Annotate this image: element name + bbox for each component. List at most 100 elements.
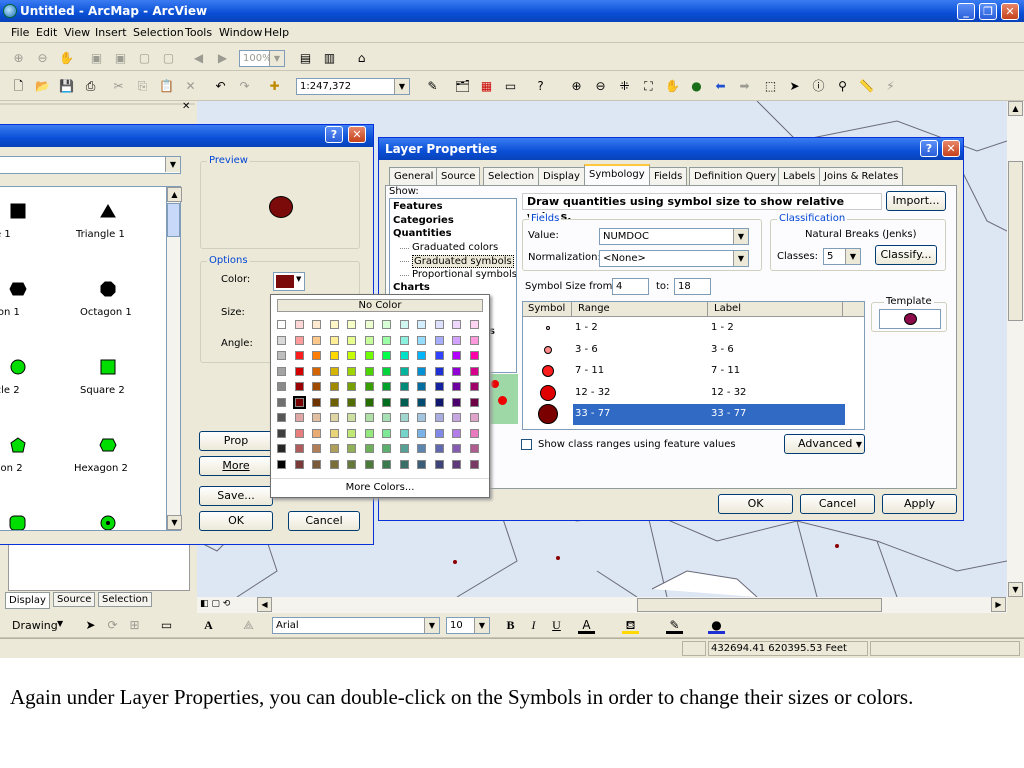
color-cell[interactable] [312,335,321,345]
value-field-dropdown[interactable]: NUMDOC ▼ [599,228,749,245]
horizontal-scroll-thumb[interactable] [637,598,882,612]
color-cell[interactable] [452,320,461,329]
color-cell[interactable] [399,444,409,453]
class-symbol-icon[interactable] [540,384,556,401]
scroll-up-icon[interactable]: ▲ [1008,101,1023,116]
color-cell[interactable] [347,444,356,453]
color-cell[interactable] [469,397,479,407]
color-cell[interactable] [329,413,339,422]
fixed-zoom-in-map-icon[interactable]: ⁜ [616,78,633,95]
class-symbol-icon[interactable] [542,365,554,377]
color-cell[interactable] [312,366,321,376]
save-disk-icon[interactable]: 💾 [58,78,75,95]
color-cell[interactable] [382,320,391,329]
color-cell[interactable] [382,351,391,360]
arccatalog-icon[interactable]: 🗂 [454,78,471,95]
color-cell[interactable] [277,335,286,345]
color-cell[interactable] [469,335,479,345]
color-cell[interactable] [364,366,374,376]
color-cell[interactable] [294,335,304,345]
more-colors-option[interactable]: More Colors... [271,478,489,496]
color-cell[interactable] [469,444,479,453]
map-horizontal-scrollbar[interactable]: ◧ ▢ ⟲ ◀ ▶ [197,597,1007,613]
color-cell[interactable] [417,366,426,376]
color-cell[interactable] [329,382,339,391]
color-cell[interactable] [417,444,426,453]
line-color-icon[interactable]: ✎ [666,617,683,634]
restore-button[interactable]: ❐ [979,3,997,20]
color-cell[interactable] [417,320,426,329]
color-cell[interactable] [294,428,304,438]
pan-hand-icon[interactable]: ✋ [664,78,681,95]
color-cell[interactable] [452,397,461,407]
toc-layer-list[interactable] [8,541,190,591]
minimize-button[interactable]: _ [957,3,975,20]
copy-icon[interactable]: ⎘ [134,78,151,95]
column-header-symbol[interactable]: Symbol [523,302,572,317]
class-symbol-icon[interactable] [538,404,558,424]
tab-general[interactable]: General [389,167,439,185]
arctoolbox-icon[interactable]: ▦ [478,78,495,95]
color-cell[interactable] [399,320,409,329]
select-pointer-icon[interactable]: ➤ [82,617,99,634]
tab-source[interactable]: Source [436,167,481,185]
color-cell[interactable] [364,459,374,469]
fixed-zoom-in-icon[interactable]: ▣ [88,50,105,67]
fixed-zoom-out-map-icon[interactable]: ⛶ [640,78,657,95]
class-row[interactable]: 3 - 6 3 - 6 [523,340,845,361]
show-tree-item[interactable]: Charts [393,282,430,293]
symbol-square-icon[interactable] [8,201,28,221]
map-vertical-scrollbar[interactable]: ▲ ▼ [1007,101,1024,597]
drawing-menu[interactable]: Drawing [12,619,58,632]
color-cell[interactable] [452,382,461,391]
color-cell[interactable] [469,320,479,329]
close-icon[interactable]: ✕ [182,101,190,112]
color-cell[interactable] [434,320,444,329]
color-cell[interactable] [329,428,339,438]
color-cell[interactable] [399,366,409,376]
color-cell[interactable] [399,428,409,438]
zoom-percent-dropdown[interactable]: 100% ▼ [239,50,285,67]
back-arrow-icon[interactable]: ⬅ [712,78,729,95]
color-cell[interactable] [312,444,321,453]
color-cell[interactable] [329,351,339,360]
scroll-down-icon[interactable]: ▼ [167,515,182,530]
color-cell[interactable] [399,397,409,407]
find-binoculars-icon[interactable]: ⚲ [834,78,851,95]
help-button[interactable]: ? [920,140,938,157]
editor-toolbar-icon[interactable]: ✎ [424,78,441,95]
symbol-circle-icon[interactable] [8,357,28,377]
color-cell[interactable] [452,413,461,422]
class-row[interactable]: 12 - 32 12 - 32 [523,383,845,404]
class-row-cells[interactable]: 3 - 6 3 - 6 [573,340,845,361]
change-layout-icon[interactable]: ⌂ [353,50,370,67]
measure-icon[interactable]: 📏 [858,78,875,95]
show-tree-item[interactable]: Features [393,201,443,212]
tab-definition-query[interactable]: Definition Query [689,167,781,185]
color-cell[interactable] [347,428,356,438]
color-cell[interactable] [434,459,444,469]
select-elements-icon[interactable]: ➤ [786,78,803,95]
color-cell[interactable] [294,366,304,376]
color-cell[interactable] [329,459,339,469]
color-cell[interactable] [382,335,391,345]
menu-insert[interactable]: Insert [95,26,127,39]
symbol-triangle-icon[interactable] [98,201,118,221]
color-cell[interactable] [294,459,304,469]
color-cell[interactable] [417,397,426,407]
color-cell[interactable] [277,413,286,422]
color-cell[interactable] [434,428,444,438]
show-tree-item[interactable]: Proportional symbols [412,269,516,280]
color-cell[interactable] [382,459,391,469]
gallery-scroll-thumb[interactable] [167,203,180,237]
color-cell[interactable] [364,397,374,407]
color-cell[interactable] [469,428,479,438]
tab-fields[interactable]: Fields [649,167,688,185]
color-cell[interactable] [434,366,444,376]
color-cell[interactable] [417,335,426,345]
fill-color-icon[interactable]: ⛾ [622,617,639,634]
color-cell[interactable] [452,428,461,438]
show-tree-item[interactable]: Graduated colors [412,242,498,253]
command-line-icon[interactable]: ▭ [502,78,519,95]
color-cell[interactable] [469,459,479,469]
